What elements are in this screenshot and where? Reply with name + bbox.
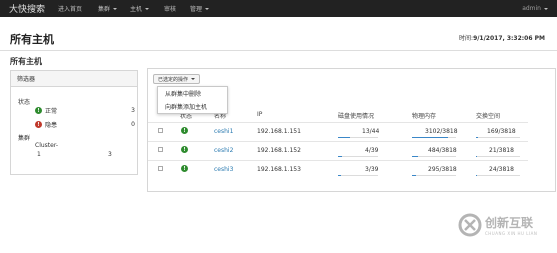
ok-circle-icon: ! [35,107,42,114]
filter-status-alert[interactable]: ! 隐患 0 [35,120,135,129]
disk-usage-bar [338,175,378,176]
swap-usage-value: 21/3818 [489,147,514,154]
swap-usage-bar [476,137,520,138]
filter-status-ok[interactable]: ! 正常 3 [35,106,135,115]
host-ip: 192.168.1.151 [257,128,301,135]
col-header-ip[interactable]: IP [257,111,262,118]
swap-usage-bar [476,156,520,157]
ok-circle-icon: ! [181,127,188,134]
host-name-link[interactable]: ceshi3 [214,166,233,173]
brand-logo-icon [458,213,482,237]
memory-usage-bar [412,175,456,176]
row-checkbox[interactable] [158,166,163,171]
host-name-link[interactable]: ceshi2 [214,147,233,154]
nav-cluster[interactable]: 集群 [98,0,118,17]
swap-usage-value: 169/3818 [487,128,516,135]
actions-dropdown-menu: 从群集中删除 向群集添加主机 [157,86,228,114]
col-header-disk[interactable]: 磁盘使用情况 [338,111,374,120]
chevron-down-icon [145,7,150,10]
chevron-down-icon [205,7,210,10]
swap-usage-bar [476,175,520,176]
filter-cluster-name[interactable]: Cluster- [35,142,58,149]
ok-circle-icon: ! [181,165,188,172]
nav-admin[interactable]: 管理 [190,0,210,17]
memory-usage-value: 484/3818 [428,147,457,154]
alert-circle-icon: ! [35,121,42,128]
selected-actions-button[interactable]: 已选定的操作 [153,74,201,84]
memory-usage-value: 295/3818 [428,166,457,173]
swap-usage-value: 24/3818 [489,166,514,173]
chevron-down-icon [544,7,548,10]
disk-usage-value: 3/39 [365,166,379,173]
host-ip: 192.168.1.152 [257,147,301,154]
col-header-memory[interactable]: 物理内存 [412,111,436,120]
memory-usage-bar [412,137,456,138]
chevron-down-icon [113,7,118,10]
nav-host[interactable]: 主机 [130,0,150,17]
timestamp: 时间:9/1/2017, 3:32:06 PM [459,33,545,42]
page-title: 所有主机 [10,33,54,46]
menu-item-add-host-to-cluster[interactable]: 向群集添加主机 [158,100,227,113]
row-checkbox[interactable] [158,147,163,152]
filter-status-label: 状态 [18,99,31,106]
col-header-swap[interactable]: 交换空间 [476,111,500,120]
nav-home[interactable]: 进入首页 [58,0,82,17]
row-separator [148,141,528,142]
brand-logo[interactable]: 大快搜索 [0,2,52,15]
menu-item-remove-from-cluster[interactable]: 从群集中删除 [158,87,227,100]
row-separator [148,160,528,161]
disk-usage-bar [338,156,378,157]
chevron-down-icon [191,78,196,80]
filter-cluster-count: 3 [108,151,112,158]
memory-usage-value: 3102/3818 [425,128,458,135]
watermark-text: 创新互联 [485,216,534,230]
time-label: 时间: [459,35,474,42]
filter-cluster-number[interactable]: 1 [37,151,41,158]
disk-usage-value: 4/39 [365,147,379,154]
watermark: 创新互联 CHUANG XIN HU LIAN [458,213,537,237]
filter-panel-title: 筛选器 [11,71,137,87]
header-divider [0,50,557,51]
user-menu[interactable]: admin [522,0,548,17]
filter-cluster-label: 集群 [18,135,31,142]
ok-circle-icon: ! [181,146,188,153]
disk-usage-bar [338,137,378,138]
row-checkbox[interactable] [158,128,163,133]
filter-panel: 筛选器 状态 ! 正常 3 ! 隐患 0 集群 Cluster- 1 3 [10,70,138,175]
disk-usage-value: 13/44 [362,128,380,135]
time-value: 9/1/2017, 3:32:06 PM [473,35,545,42]
nav-audit[interactable]: 审核 [164,0,176,17]
memory-usage-bar [412,156,456,157]
top-navbar: 大快搜索 进入首页 集群 主机 审核 管理 admin [0,0,557,17]
host-name-link[interactable]: ceshi1 [214,128,233,135]
section-title: 所有主机 [10,57,42,66]
watermark-subtext: CHUANG XIN HU LIAN [485,231,538,236]
header-separator [148,122,528,123]
host-ip: 192.168.1.153 [257,166,301,173]
